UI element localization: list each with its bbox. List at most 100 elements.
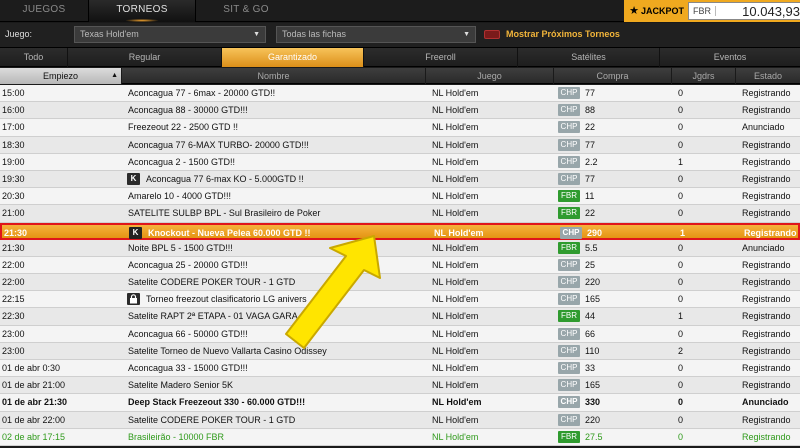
show-next-checkbox[interactable] bbox=[484, 30, 500, 39]
buyin-cell: 44 bbox=[585, 311, 596, 322]
currency-badge: FBR bbox=[558, 207, 580, 220]
category-tab-eventos[interactable]: Eventos bbox=[660, 48, 800, 67]
table-row[interactable]: 16:00 Aconcagua 88 - 30000 GTD!!! NL Hold'… bbox=[0, 102, 800, 120]
jackpot-value: 10.043,93 bbox=[742, 3, 800, 19]
tournament-name-cell: Satelite CODERE POKER TOUR - 1 GTD bbox=[128, 277, 296, 288]
category-tab-regular[interactable]: Regular bbox=[68, 48, 222, 67]
start-time-cell: 01 de abr 21:30 bbox=[2, 397, 68, 408]
start-time-cell: 22:15 bbox=[2, 294, 25, 305]
game-cell: NL Hold'em bbox=[432, 88, 479, 98]
table-row[interactable]: 01 de abr 0:30 Aconcagua 33 - 15000 GTD!!… bbox=[0, 360, 800, 378]
column-header-game[interactable]: Juego bbox=[426, 68, 554, 84]
table-row[interactable]: 18:30 Aconcagua 77 6-MAX TURBO- 20000 GTD… bbox=[0, 136, 800, 154]
tournament-name-cell: Aconcagua 25 - 20000 GTD!!! bbox=[128, 259, 248, 270]
buyin-cell: 220 bbox=[585, 414, 601, 425]
tournament-name-cell: Satelite Torneo de Nuevo Vallarta Casino… bbox=[128, 345, 327, 356]
category-tab-freeroll[interactable]: Freeroll bbox=[364, 48, 518, 67]
players-cell: 0 bbox=[678, 431, 684, 442]
buyin-cell: 330 bbox=[585, 397, 601, 408]
status-cell: Registrando bbox=[742, 88, 791, 98]
table-row-selected[interactable]: 21:30 K Knockout - Nueva Pelea 60.000 GTD … bbox=[0, 222, 800, 240]
table-row[interactable]: 23:00 Satelite Torneo de Nuevo Vallarta C… bbox=[0, 342, 800, 360]
category-tab-garantizado[interactable]: Garantizado bbox=[222, 48, 364, 67]
game-cell: NL Hold'em bbox=[432, 328, 479, 339]
tournament-name-cell: Satelite CODERE POKER TOUR - 1 GTD bbox=[128, 414, 296, 425]
tab-juegos[interactable]: JUEGOS bbox=[0, 0, 88, 22]
players-cell: 0 bbox=[678, 105, 684, 116]
buyin-cell: 2.2 bbox=[585, 156, 598, 167]
start-time-cell: 23:00 bbox=[2, 328, 25, 339]
game-cell: NL Hold'em bbox=[432, 345, 479, 356]
table-row[interactable]: 20:30 Amarelo 10 - 4000 GTD!!! NL Hold'em F… bbox=[0, 188, 800, 206]
table-row[interactable]: 17:00 Freezeout 22 - 2500 GTD !! NL Hold'e… bbox=[0, 119, 800, 137]
players-cell: 0 bbox=[678, 414, 684, 425]
players-cell: 2 bbox=[678, 345, 684, 356]
table-row[interactable]: 01 de abr 21:00 Satelite Madero Senior 5K… bbox=[0, 377, 800, 395]
table-row[interactable]: 22:30 Satelite RAPT 2ª ETAPA - 01 VAGA GA… bbox=[0, 308, 800, 326]
buyin-cell: 66 bbox=[585, 328, 596, 339]
tournament-name-cell: Aconcagua 77 - 6max - 20000 GTD!! bbox=[128, 88, 276, 98]
tournament-name-cell: Aconcagua 77 6-MAX TURBO- 20000 GTD!!! bbox=[128, 139, 309, 150]
buyin-cell: 165 bbox=[585, 294, 601, 305]
category-tab-todo[interactable]: Todo bbox=[0, 48, 68, 67]
currency-badge: CHP bbox=[558, 327, 580, 340]
currency-badge: CHP bbox=[558, 87, 580, 99]
currency-badge: CHP bbox=[558, 104, 580, 117]
currency-badge: FBR bbox=[558, 430, 580, 443]
column-header-start[interactable]: Empiezo ▲ bbox=[0, 68, 122, 84]
table-row[interactable]: 22:00 Satelite CODERE POKER TOUR - 1 GTD N… bbox=[0, 274, 800, 292]
game-cell: NL Hold'em bbox=[432, 122, 479, 133]
table-row[interactable]: 19:00 Aconcagua 2 - 1500 GTD!! NL Hold'em C… bbox=[0, 153, 800, 171]
start-time-cell: 21:30 bbox=[2, 242, 25, 253]
status-cell: Registrando bbox=[742, 311, 791, 322]
players-cell: 0 bbox=[678, 363, 684, 373]
game-cell: NL Hold'em bbox=[432, 208, 479, 219]
players-cell: 0 bbox=[678, 173, 684, 184]
column-header-status[interactable]: Estado bbox=[736, 68, 800, 84]
table-row[interactable]: 19:30 K Aconcagua 77 6-max KO - 5.000GTD !… bbox=[0, 170, 800, 189]
buyin-cell: 77 bbox=[585, 88, 596, 98]
game-select[interactable]: Texas Hold'em ▼ bbox=[74, 26, 266, 43]
game-cell: NL Hold'em bbox=[434, 227, 484, 238]
chips-select[interactable]: Todas las fichas ▼ bbox=[276, 26, 476, 43]
dropdown-arrow-icon: ▼ bbox=[253, 31, 260, 38]
table-row[interactable]: 22:15 Torneo freezout clasificatorio LG a… bbox=[0, 291, 800, 309]
status-cell: Registrando bbox=[742, 363, 791, 373]
tab-sit-and-go[interactable]: SIT & GO bbox=[196, 0, 296, 22]
column-header-players[interactable]: Jgdrs bbox=[672, 68, 736, 84]
table-row[interactable]: 01 de abr 22:00 Satelite CODERE POKER TOU… bbox=[0, 411, 800, 429]
top-navigation: JUEGOS TORNEOS SIT & GO ★ JACKPOT FBR 10… bbox=[0, 0, 800, 22]
tournament-name-cell: Satelite RAPT 2ª ETAPA - 01 VAGA GARA... bbox=[128, 311, 306, 322]
status-cell: Registrando bbox=[742, 156, 791, 167]
currency-badge: CHP bbox=[558, 293, 580, 306]
buyin-cell: 22 bbox=[585, 208, 596, 219]
tournament-name-cell: Freezeout 22 - 2500 GTD !! bbox=[128, 122, 239, 133]
star-icon: ★ bbox=[629, 5, 639, 17]
players-cell: 0 bbox=[678, 397, 684, 408]
game-cell: NL Hold'em bbox=[432, 311, 479, 322]
table-row[interactable]: 21:30 Noite BPL 5 - 1500 GTD!!! NL Hold'em… bbox=[0, 239, 800, 257]
status-cell: Registrando bbox=[742, 105, 791, 116]
column-header-name[interactable]: Nombre bbox=[122, 68, 426, 84]
table-row[interactable]: 15:00 Aconcagua 77 - 6max - 20000 GTD!! NL… bbox=[0, 85, 800, 103]
currency-badge: FBR bbox=[558, 241, 580, 254]
table-row[interactable]: 21:00 SATELITE SULBP BPL - Sul Brasileiro… bbox=[0, 205, 800, 223]
show-next-label[interactable]: Mostrar Próximos Torneos bbox=[506, 29, 620, 39]
table-row[interactable]: 22:00 Aconcagua 25 - 20000 GTD!!! NL Hold'… bbox=[0, 256, 800, 275]
currency-badge: CHP bbox=[558, 138, 580, 151]
buyin-cell: 220 bbox=[585, 277, 601, 288]
tab-torneos[interactable]: TORNEOS bbox=[88, 0, 196, 22]
status-cell: Registrando bbox=[742, 380, 791, 391]
game-cell: NL Hold'em bbox=[432, 363, 479, 373]
table-row[interactable]: 02 de abr 17:15 Brasileirão - 10000 FBR NL… bbox=[0, 428, 800, 446]
column-header-buyin[interactable]: Compra bbox=[554, 68, 672, 84]
start-time-cell: 21:00 bbox=[2, 208, 25, 219]
table-row[interactable]: 23:00 Aconcagua 66 - 50000 GTD!!! NL Hold'… bbox=[0, 325, 800, 343]
game-cell: NL Hold'em bbox=[432, 414, 479, 425]
status-cell: Registrando bbox=[744, 227, 797, 238]
tournament-name-cell: Satelite Madero Senior 5K bbox=[128, 380, 234, 391]
buyin-cell: 25 bbox=[585, 259, 596, 270]
table-row[interactable]: 01 de abr 21:30 Deep Stack Freezeout 330 … bbox=[0, 394, 800, 412]
game-cell: NL Hold'em bbox=[432, 156, 479, 167]
category-tab-satelites[interactable]: Satélites bbox=[518, 48, 660, 67]
